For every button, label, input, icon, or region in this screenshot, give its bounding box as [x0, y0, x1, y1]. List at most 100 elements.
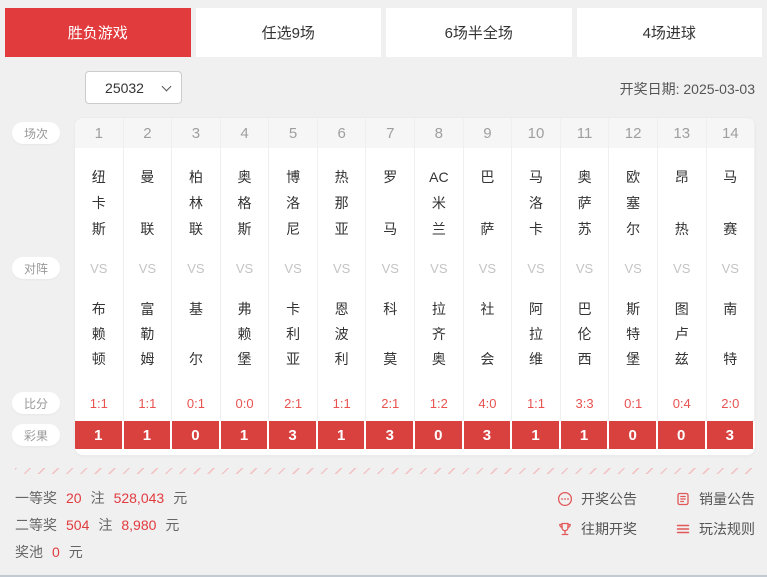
vs-label: VS [318, 253, 367, 283]
game-tab[interactable]: 胜负游戏 [5, 8, 191, 57]
game-tab-label: 胜负游戏 [67, 25, 128, 42]
link-label: 销量公告 [699, 491, 755, 507]
prize-count-unit: 注 [98, 517, 113, 533]
match-result: 1 [220, 421, 270, 449]
away-team: 阿拉维 [512, 283, 561, 385]
home-team: 热那亚 [318, 148, 367, 253]
match-column: 10 马洛卡 VS 阿拉维 1:1 1 [512, 118, 561, 449]
match-number: 11 [560, 118, 610, 148]
match-column: 13 昂热 VS 图卢兹 0:4 0 [657, 118, 707, 449]
match-score: 2:1 [366, 385, 416, 421]
prize-label: 二等奖 [15, 517, 57, 533]
away-team: 图卢兹 [658, 283, 707, 385]
game-tab[interactable]: 4场进球 [576, 8, 762, 57]
match-number: 10 [512, 118, 561, 148]
prize-amount: 528,043 [113, 490, 165, 506]
prize-count: 20 [66, 490, 82, 506]
prize-row: 一等奖 20 注 528,043 元 [15, 487, 196, 509]
match-score: 1:1 [318, 385, 367, 421]
match-number: 12 [609, 118, 658, 148]
announcement-links: 开奖公告 销量公告 往期开奖 玩法规则 [557, 489, 755, 539]
home-team: 奥格斯 [221, 148, 270, 253]
match-result: 1 [560, 421, 610, 449]
match-result: 3 [269, 421, 318, 449]
row-label-result: 彩果 [12, 424, 60, 446]
home-team: 罗马 [366, 148, 416, 253]
vs-label: VS [609, 253, 658, 283]
home-team: 曼联 [124, 148, 173, 253]
issue-select[interactable]: 25032 [85, 71, 182, 104]
match-result: 0 [172, 421, 221, 449]
row-label-score: 比分 [12, 392, 60, 414]
prize-row: 奖池 0 元 [15, 541, 196, 563]
prize-amount: 0 [52, 544, 60, 560]
game-tab[interactable]: 任选9场 [195, 8, 381, 57]
match-score: 0:4 [658, 385, 707, 421]
match-score: 2:1 [269, 385, 318, 421]
match-column: 5 博洛尼 VS 卡利亚 2:1 3 [269, 118, 318, 449]
vs-label: VS [561, 253, 610, 283]
prize-label: 一等奖 [15, 490, 57, 506]
home-team: 昂热 [658, 148, 707, 253]
match-score: 1:1 [124, 385, 173, 421]
vs-label: VS [124, 253, 173, 283]
home-team: 柏林联 [172, 148, 221, 253]
match-number: 4 [220, 118, 270, 148]
chat-dots-icon [557, 491, 573, 507]
match-column: 9 巴萨 VS 社会 4:0 3 [463, 118, 513, 449]
match-result: 0 [415, 421, 464, 449]
prize-count: 504 [66, 517, 90, 533]
prize-row: 二等奖 504 注 8,980 元 [15, 514, 196, 536]
vs-label: VS [366, 253, 416, 283]
match-number: 8 [415, 118, 464, 148]
vs-label: VS [464, 253, 513, 283]
link-draw-announcement[interactable]: 开奖公告 [557, 489, 637, 509]
row-label-match: 场次 [12, 122, 60, 144]
match-number: 1 [75, 118, 124, 148]
match-number: 13 [657, 118, 707, 148]
link-label: 开奖公告 [581, 491, 637, 507]
controls-row: 25032 开奖日期: 2025-03-03 [0, 57, 767, 115]
away-team: 富勒姆 [124, 283, 173, 385]
away-team: 南特 [707, 283, 755, 385]
match-column: 14 马赛 VS 南特 2:0 3 [706, 118, 755, 449]
results-table: 1 纽卡斯 VS 布赖顿 1:1 1 2 曼联 VS 富勒姆 1:1 1 3 柏… [75, 118, 755, 455]
away-team: 弗赖堡 [221, 283, 270, 385]
match-score: 1:1 [512, 385, 561, 421]
match-column: 2 曼联 VS 富勒姆 1:1 1 [123, 118, 173, 449]
home-team: 巴萨 [464, 148, 513, 253]
striped-divider [15, 468, 755, 474]
match-score: 0:0 [221, 385, 270, 421]
link-past-draws[interactable]: 往期开奖 [557, 519, 637, 539]
sales-doc-icon [677, 492, 689, 506]
game-tab-label: 任选9场 [261, 25, 315, 42]
vs-label: VS [415, 253, 464, 283]
trophy-icon [559, 522, 571, 536]
match-column: 6 热那亚 VS 恩波利 1:1 1 [317, 118, 367, 449]
match-column: 4 奥格斯 VS 弗赖堡 0:0 1 [220, 118, 270, 449]
prize-amount-unit: 元 [165, 517, 180, 533]
draw-date-label: 开奖日期: 2025-03-03 [619, 81, 755, 97]
vs-label: VS [512, 253, 561, 283]
home-team: 马洛卡 [512, 148, 561, 253]
away-team: 基尔 [172, 283, 221, 385]
match-column: 11 奥萨苏 VS 巴伦西 3:3 1 [560, 118, 610, 449]
match-score: 3:3 [561, 385, 610, 421]
match-score: 1:1 [75, 385, 124, 421]
away-team: 社会 [464, 283, 513, 385]
link-sales-announcement[interactable]: 销量公告 [675, 489, 755, 509]
row-label-versus: 对阵 [12, 257, 60, 279]
home-team: 奥萨苏 [561, 148, 610, 253]
prize-count-unit: 注 [90, 490, 105, 506]
rules-lines-icon [676, 524, 690, 534]
match-number: 9 [463, 118, 513, 148]
game-tab[interactable]: 6场半全场 [386, 8, 572, 57]
match-column: 12 欧塞尔 VS 斯特堡 0:1 0 [609, 118, 658, 449]
home-team: 纽卡斯 [75, 148, 124, 253]
link-game-rules[interactable]: 玩法规则 [675, 519, 755, 539]
prize-label: 奖池 [15, 544, 43, 560]
match-number: 14 [706, 118, 755, 148]
match-score: 0:1 [609, 385, 658, 421]
away-team: 科莫 [366, 283, 416, 385]
link-label: 往期开奖 [581, 521, 637, 537]
